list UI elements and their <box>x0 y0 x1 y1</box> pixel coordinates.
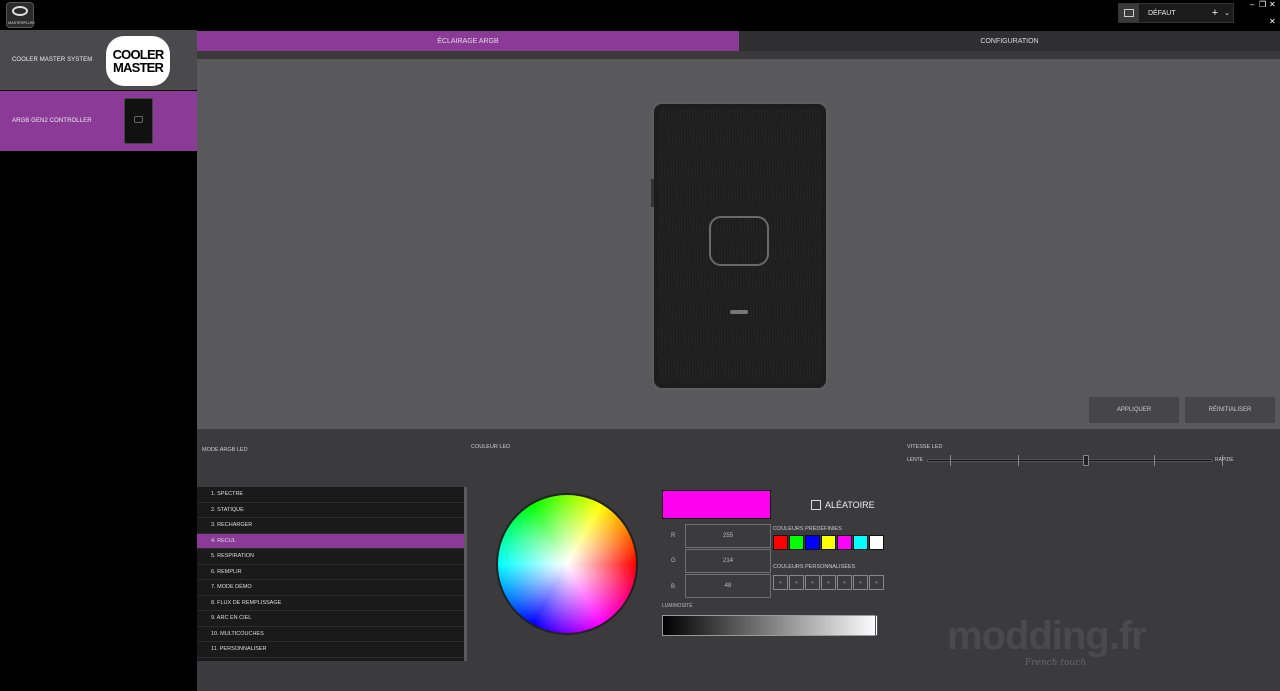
controller-image <box>651 102 828 390</box>
speed-slider-handle[interactable] <box>1083 455 1089 466</box>
profile-selector[interactable]: DÉFAUT + ⌄ <box>1118 3 1234 23</box>
apply-button[interactable]: APPLIQUER <box>1089 397 1179 423</box>
current-color-swatch <box>662 490 771 519</box>
speed-min-label: LENTE <box>907 457 924 463</box>
mode-item[interactable]: 2. STATIQUE <box>197 503 464 518</box>
mode-item[interactable]: 4. RECUL <box>197 533 464 549</box>
red-value-input[interactable]: 255 <box>685 524 771 548</box>
mode-item[interactable]: 8. FLUX DE REMPLISSAGE <box>197 596 464 611</box>
speed-slider-tick <box>1154 455 1155 466</box>
watermark: modding.fr French touch <box>947 615 1147 675</box>
speed-max-label: RAPIDE <box>1215 457 1234 463</box>
green-label: G <box>671 558 676 564</box>
preset-color-swatch[interactable] <box>837 535 852 550</box>
random-toggle[interactable]: ALÉATOIRE <box>811 500 875 510</box>
sidebar-item-argb-gen2-controller[interactable]: ARGB GEN2 CONTROLLER <box>0 91 197 151</box>
hexagon-logo-icon <box>709 216 769 266</box>
preset-color-swatch[interactable] <box>853 535 868 550</box>
speed-slider[interactable] <box>927 455 1223 466</box>
preset-color-swatch[interactable] <box>869 535 884 550</box>
watermark-text: modding.fr <box>947 614 1147 658</box>
app-logo-ring-icon <box>12 6 28 16</box>
logo-line-2: MASTER <box>112 60 164 75</box>
preset-colors-label: COULEURS PRÉDÉFINIES <box>773 526 842 532</box>
tab-divider <box>197 51 1280 59</box>
lighting-controls: MODE ARGB LED COULEUR LED VITESSE LED 1.… <box>197 429 1280 691</box>
window-controls: – ❐ ✕ ✕ <box>1250 0 1278 28</box>
mode-section-label: MODE ARGB LED <box>202 447 248 453</box>
blue-value-input[interactable]: 48 <box>685 574 771 598</box>
red-label: R <box>671 533 676 539</box>
custom-color-slot[interactable]: + <box>789 575 804 590</box>
add-profile-button[interactable]: + <box>1209 7 1221 19</box>
custom-color-slot[interactable]: + <box>821 575 836 590</box>
sidebar-item-label: COOLER MASTER SYSTEM <box>12 57 93 63</box>
profile-image-icon[interactable] <box>1119 4 1139 22</box>
custom-color-slot[interactable]: + <box>773 575 788 590</box>
speed-slider-tick <box>1018 455 1019 466</box>
controller-led-indicator <box>730 310 748 314</box>
random-checkbox[interactable] <box>811 500 821 510</box>
random-label: ALÉATOIRE <box>825 500 875 510</box>
sidebar-item-cooler-master-system[interactable]: COOLER MASTER SYSTEM COOLER MASTER <box>0 30 197 90</box>
tab-configuration[interactable]: CONFIGURATION <box>739 31 1280 51</box>
controller-thumbnail <box>124 98 153 144</box>
custom-color-slot[interactable]: + <box>837 575 852 590</box>
profile-dropdown-icon[interactable]: ⌄ <box>1221 9 1233 17</box>
preset-color-swatch[interactable] <box>821 535 836 550</box>
custom-color-slot[interactable]: + <box>805 575 820 590</box>
preset-color-swatch[interactable] <box>805 535 820 550</box>
mode-item[interactable]: 3. RECHARGER <box>197 518 464 534</box>
cooler-master-logo: COOLER MASTER <box>106 36 170 86</box>
color-wheel[interactable] <box>496 493 638 635</box>
profile-name: DÉFAUT <box>1148 9 1176 17</box>
tab-argb-lighting[interactable]: ÉCLAIRAGE ARGB <box>197 31 739 51</box>
preset-color-swatch[interactable] <box>789 535 804 550</box>
device-preview: APPLIQUER RÉINITIALISER <box>197 59 1280 429</box>
speed-section-label: VITESSE LED <box>907 444 943 450</box>
app-logo[interactable]: MASTERPLUS+ <box>6 2 36 28</box>
custom-colors: + + + + + + + <box>773 575 885 590</box>
green-value-input[interactable]: 214 <box>685 549 771 573</box>
app-logo-text: MASTERPLUS+ <box>8 20 36 25</box>
watermark-subtext: French touch <box>1025 658 1087 668</box>
speed-slider-tick <box>950 455 951 466</box>
preset-colors <box>773 535 885 550</box>
preset-color-swatch[interactable] <box>773 535 788 550</box>
mode-item[interactable]: 11. PERSONNALISER <box>197 642 464 658</box>
mode-list[interactable]: 1. SPECTRE 2. STATIQUE 3. RECHARGER 4. RECU… <box>197 487 467 661</box>
minimize-icon[interactable]: – <box>1250 1 1254 9</box>
restore-icon[interactable]: ❐ <box>1259 1 1266 9</box>
blue-label: B <box>671 584 676 590</box>
mode-item[interactable]: 1. SPECTRE <box>197 487 464 503</box>
brightness-label: LUMINOSITÉ <box>662 603 693 609</box>
title-bar: MASTERPLUS+ DÉFAUT + ⌄ – ❐ ✕ ✕ <box>0 0 1280 30</box>
custom-color-slot[interactable]: + <box>853 575 868 590</box>
reset-button[interactable]: RÉINITIALISER <box>1185 397 1275 423</box>
brightness-slider-handle[interactable] <box>875 615 878 636</box>
mode-item[interactable]: 6. REMPLIR <box>197 565 464 580</box>
close-icon[interactable]: ✕ <box>1269 1 1276 9</box>
mode-item[interactable]: 5. RESPIRATION <box>197 549 464 565</box>
mode-item[interactable]: 10. MULTICOUCHES <box>197 627 464 642</box>
color-section-label: COULEUR LED <box>471 444 511 450</box>
custom-colors-label: COULEURS PERSONNALISÉES <box>773 564 856 570</box>
custom-color-slot[interactable]: + <box>869 575 884 590</box>
mode-item[interactable]: 7. MODE DÉMO <box>197 580 464 596</box>
sidebar-item-label: ARGB GEN2 CONTROLLER <box>12 118 92 124</box>
brightness-slider[interactable] <box>662 615 878 636</box>
device-sidebar: COOLER MASTER SYSTEM COOLER MASTER ARGB … <box>0 30 197 691</box>
tools-icon[interactable]: ✕ <box>1269 18 1276 26</box>
mode-item[interactable]: 9. ARC EN CIEL <box>197 611 464 627</box>
controller-side-button <box>651 179 654 207</box>
